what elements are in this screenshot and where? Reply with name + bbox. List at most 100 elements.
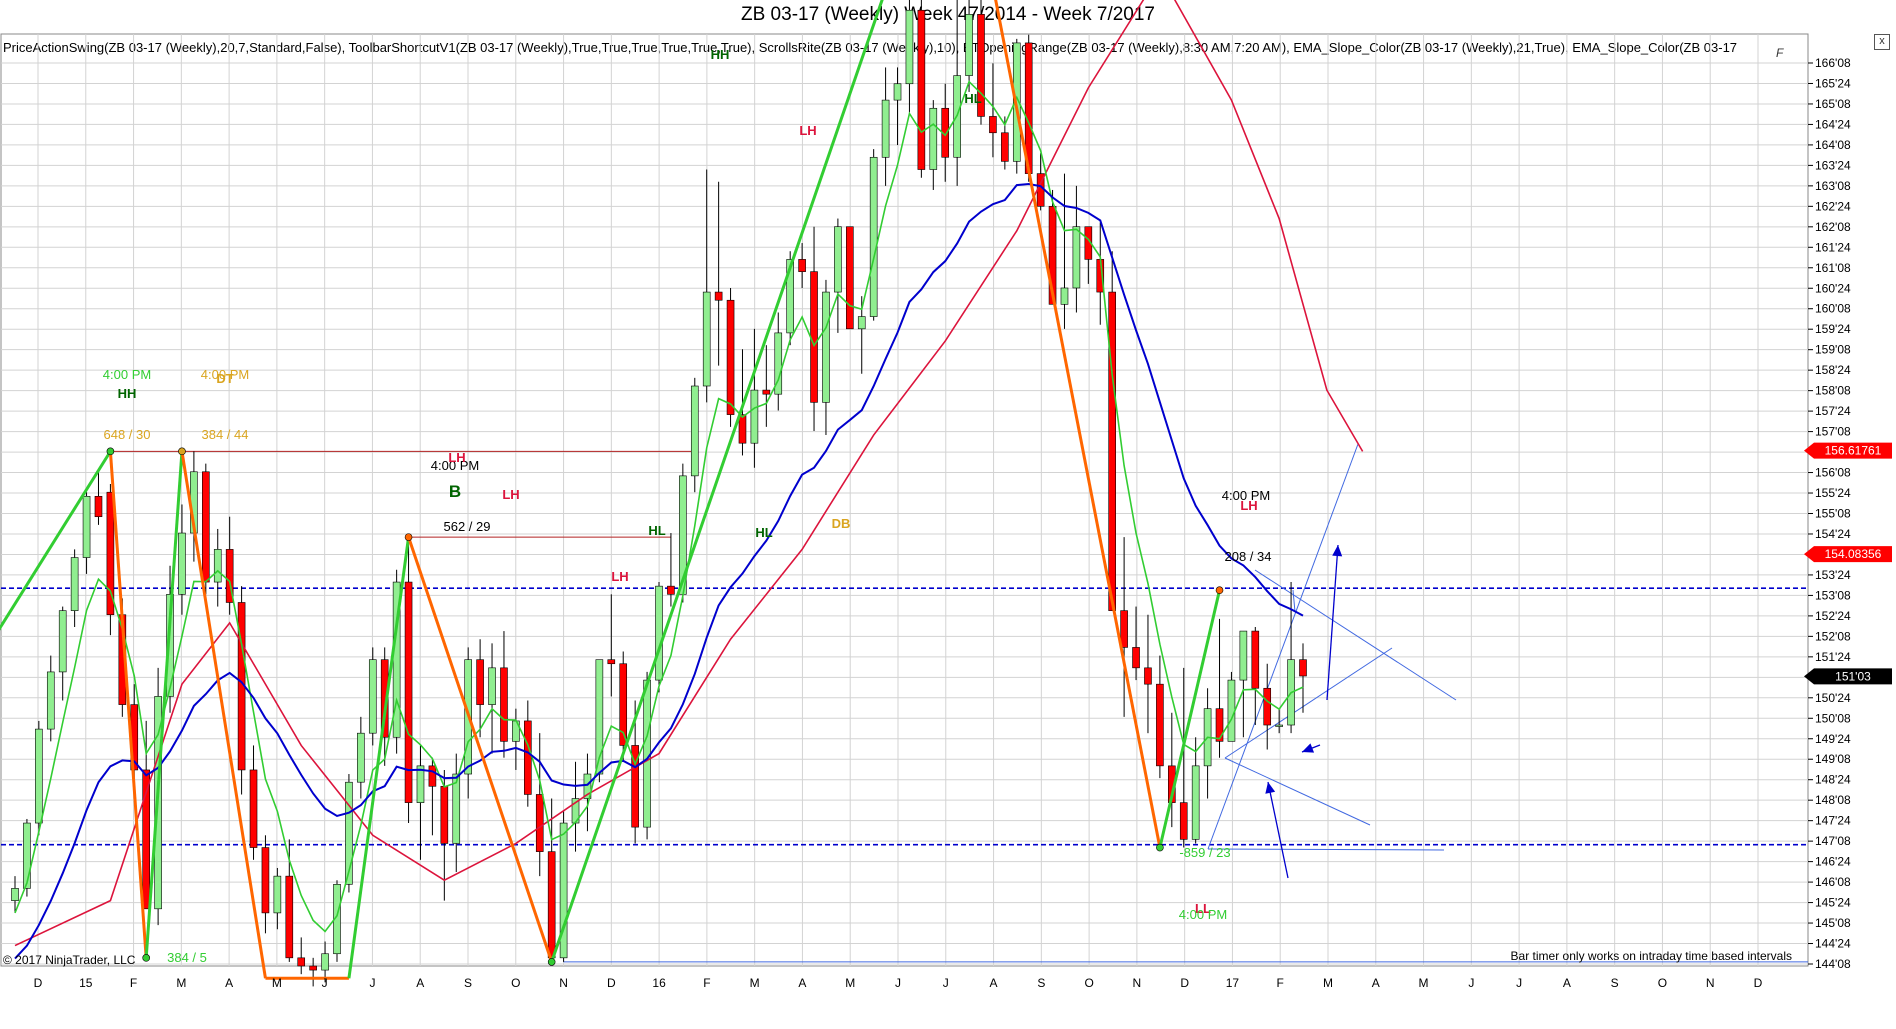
- candle-down: [1132, 647, 1140, 669]
- y-tick-label: 159'24: [1815, 322, 1851, 336]
- candle-down: [476, 659, 484, 705]
- candle-down: [917, 9, 926, 170]
- trendlines: [1, 443, 1808, 963]
- candle-down: [285, 875, 294, 959]
- chart-annotation: 4:00 PM: [103, 367, 151, 382]
- x-tick-label: 17: [1226, 976, 1240, 990]
- price-chart[interactable]: 4:00 PMHH4:00 PMDT648 / 30 384 / 444:00 P…: [0, 0, 1896, 1024]
- y-tick-label: 144'08: [1815, 957, 1851, 971]
- x-tick-label: O: [511, 976, 520, 990]
- candle-up: [11, 888, 19, 901]
- y-tick-label: 165'24: [1815, 76, 1851, 90]
- y-tick-label: 160'08: [1815, 302, 1851, 316]
- x-tick-label: A: [990, 976, 998, 990]
- chart-container[interactable]: 4:00 PM HH 4:00 PM DT 648 / 30 384 / 44 4:00 P…: [0, 0, 1896, 1029]
- plot-frame: [0, 33, 1809, 967]
- candle-down: [535, 794, 544, 852]
- chart-annotation: 562 / 29: [444, 519, 491, 534]
- y-tick-label: 158'24: [1815, 363, 1851, 377]
- candle-up: [1072, 226, 1081, 289]
- candle-down: [726, 299, 735, 415]
- candle-down: [1108, 291, 1116, 611]
- x-tick-label: A: [416, 976, 424, 990]
- y-tick-label: 166'08: [1815, 56, 1851, 70]
- y-tick-label: 157'08: [1815, 425, 1851, 439]
- candle-down: [202, 471, 210, 583]
- candle-up: [58, 610, 67, 673]
- triangle-line: [1224, 757, 1371, 826]
- candle-down: [798, 259, 806, 272]
- candle-down: [249, 769, 258, 848]
- x-tick-label: A: [798, 976, 806, 990]
- y-tick-label: 164'08: [1815, 138, 1851, 152]
- candle-up: [893, 83, 902, 101]
- chart-annotation: HL: [755, 525, 772, 540]
- triangle-line: [1207, 443, 1359, 850]
- candle-down: [1120, 610, 1128, 648]
- y-tick-label: 163'08: [1815, 179, 1851, 193]
- bar-timer-note: Bar timer only works on intraday time ba…: [1511, 949, 1792, 963]
- candle-up: [822, 291, 830, 403]
- y-tick-label: 165'08: [1815, 97, 1851, 111]
- x-tick-label: M: [845, 976, 855, 990]
- chart-annotation: -859 / 23: [1179, 845, 1230, 860]
- x-tick-label: M: [750, 976, 760, 990]
- candle-up: [70, 557, 79, 611]
- chart-annotation: 208 / 34: [1225, 549, 1272, 564]
- chart-annotation: B: [449, 482, 461, 501]
- copyright-text: © 2017 NinjaTrader, LLC: [3, 953, 136, 967]
- grid-lines: [0, 33, 1809, 967]
- x-tick-label: A: [1372, 976, 1380, 990]
- y-tick-label: 149'24: [1815, 732, 1851, 746]
- arrow-head: [1265, 782, 1276, 794]
- candle-up: [1227, 679, 1236, 742]
- arrow-head: [1332, 545, 1343, 557]
- swing-point: [547, 958, 556, 966]
- candle-down: [1251, 630, 1260, 689]
- candle-up: [368, 659, 377, 734]
- chart-annotation: HH: [711, 47, 730, 62]
- y-tick-label: 152'08: [1815, 629, 1851, 643]
- x-tick-label: J: [943, 976, 949, 990]
- price-tag-label: 154.08356: [1825, 547, 1882, 561]
- candle-up: [35, 728, 43, 824]
- price-axis[interactable]: 166'08 165'24 165'08 164'24 164'08 163'24 163'…: [1804, 56, 1892, 971]
- y-tick-label: 155'24: [1815, 486, 1851, 500]
- y-tick-label: 146'24: [1815, 855, 1851, 869]
- x-tick-label: J: [322, 976, 328, 990]
- candle-down: [500, 667, 508, 742]
- swing-point: [1156, 843, 1164, 852]
- y-tick-label: 162'24: [1815, 199, 1851, 213]
- x-tick-label: F: [703, 976, 710, 990]
- candle-up: [857, 316, 866, 330]
- x-tick-label: F: [1277, 976, 1284, 990]
- y-tick-label: 153'08: [1815, 588, 1851, 602]
- y-tick-label: 155'08: [1815, 507, 1851, 521]
- x-tick-label: 15: [79, 976, 93, 990]
- candle-down: [1299, 659, 1307, 677]
- candle-down: [846, 226, 854, 330]
- candle-up: [1060, 287, 1069, 305]
- y-tick-label: 151'24: [1815, 650, 1851, 664]
- candle-up: [321, 953, 329, 971]
- triangle-line: [1254, 569, 1457, 701]
- candle-up: [46, 671, 55, 730]
- chart-annotation: 4:00 PM: [1179, 907, 1227, 922]
- x-tick-label: D: [34, 976, 43, 990]
- candle-down: [440, 785, 449, 844]
- candle-up: [178, 532, 186, 595]
- y-tick-label: 147'24: [1815, 814, 1851, 828]
- chart-annotation: LH: [611, 569, 628, 584]
- candle-down: [1144, 667, 1152, 685]
- candle-down: [297, 957, 306, 967]
- chart-annotation: HH: [118, 386, 137, 401]
- x-tick-label: O: [1084, 976, 1093, 990]
- x-tick-label: J: [895, 976, 901, 990]
- candle-up: [905, 9, 914, 85]
- candle-up: [834, 226, 842, 293]
- candle-up: [1239, 630, 1248, 681]
- candle-down: [810, 271, 818, 403]
- candle-up: [213, 549, 222, 583]
- x-tick-label: N: [1706, 976, 1715, 990]
- x-tick-label: S: [1037, 976, 1045, 990]
